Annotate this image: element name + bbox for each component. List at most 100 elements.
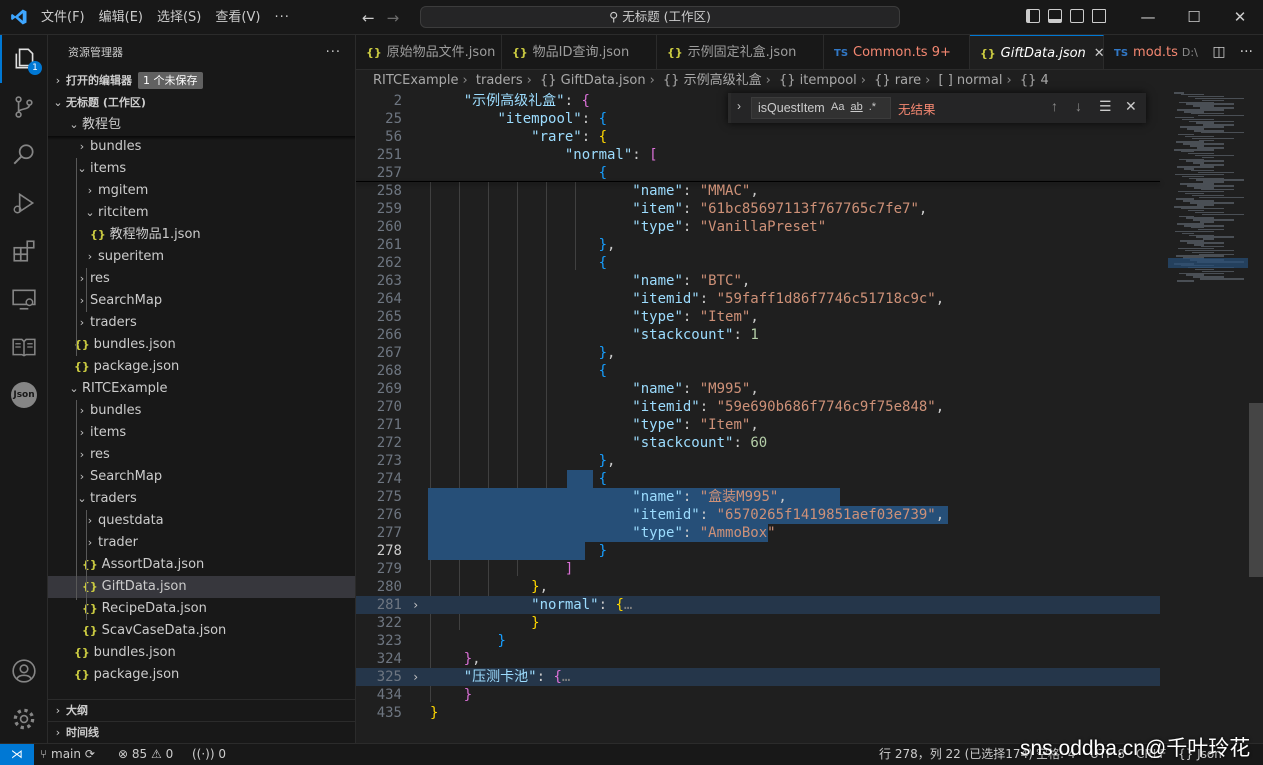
- tree-folder-item[interactable]: › traders: [48, 312, 355, 334]
- breadcrumb-item[interactable]: traders: [476, 73, 523, 88]
- find-in-selection-icon[interactable]: ☰: [1099, 98, 1112, 115]
- tree-folder-item[interactable]: ⌄ ritcitem: [48, 202, 355, 224]
- split-editor-icon[interactable]: ◫: [1212, 35, 1225, 69]
- cursor-position[interactable]: 行 278，列 22 (已选择174): [879, 744, 1033, 765]
- tree-file-item[interactable]: {} ScavCaseData.json: [48, 620, 355, 642]
- breadcrumb-item[interactable]: {} itempool: [779, 73, 857, 88]
- account-icon[interactable]: [0, 647, 48, 695]
- source-control-icon[interactable]: [0, 83, 48, 131]
- match-whole-word-icon[interactable]: ab: [850, 97, 862, 117]
- code-line: 259 "item": "61bc85697113f767765c7fe7",: [376, 201, 928, 217]
- tab-fixed-giftbox[interactable]: {} 示例固定礼盒.json: [657, 35, 824, 69]
- menu-edit[interactable]: 编辑(E): [92, 0, 150, 35]
- json-file-icon: {}: [82, 624, 98, 637]
- back-arrow-icon[interactable]: ←: [362, 9, 375, 27]
- json-file-icon: {}: [512, 46, 528, 59]
- ports-status[interactable]: ((·)) 0: [192, 744, 226, 765]
- scrollbar-slider[interactable]: [1249, 403, 1263, 577]
- tree-folder-item[interactable]: › questdata: [48, 510, 355, 532]
- tree-file-item[interactable]: {} RecipeData.json: [48, 598, 355, 620]
- forward-arrow-icon[interactable]: →: [387, 9, 400, 27]
- tab-original-items[interactable]: {} 原始物品文件.json: [356, 35, 502, 69]
- branch-status[interactable]: ⑂ main ⟳: [40, 744, 95, 765]
- tab-item-id-lookup[interactable]: {} 物品ID查询.json: [502, 35, 657, 69]
- breadcrumb-item[interactable]: {} rare: [874, 73, 921, 88]
- tree-folder-item[interactable]: › superitem: [48, 246, 355, 268]
- minimize-icon[interactable]: —: [1125, 0, 1171, 35]
- more-actions-icon[interactable]: ···: [1240, 35, 1253, 69]
- tree-file-item[interactable]: {} bundles.json: [48, 334, 355, 356]
- next-match-icon[interactable]: ↓: [1075, 98, 1082, 114]
- open-editors-section[interactable]: › 打开的编辑器 1 个未保存: [48, 70, 355, 92]
- workspace-section[interactable]: ⌄ 无标题 (工作区): [48, 92, 355, 114]
- tree-folder-item[interactable]: › SearchMap: [48, 466, 355, 488]
- tree-file-item[interactable]: {} package.json: [48, 664, 355, 686]
- tree-folder-item[interactable]: › trader: [48, 532, 355, 554]
- code-editor[interactable]: 2 "示例高级礼盒": { 25 "itempool": { 56 "rare"…: [356, 92, 1263, 743]
- tree-folder-item[interactable]: ⌄ 教程包: [48, 114, 355, 136]
- maximize-icon[interactable]: ☐: [1171, 0, 1217, 35]
- close-window-icon[interactable]: ✕: [1217, 0, 1263, 35]
- regex-icon[interactable]: .*: [869, 97, 876, 117]
- warning-count: 0: [165, 747, 174, 761]
- match-case-icon[interactable]: Aa: [831, 97, 844, 117]
- tree-folder-item[interactable]: › res: [48, 268, 355, 290]
- tree-file-item[interactable]: {} bundles.json: [48, 642, 355, 664]
- tree-folder-item[interactable]: › items: [48, 422, 355, 444]
- tree-folder-item[interactable]: › bundles: [48, 400, 355, 422]
- outline-section[interactable]: › 大纲: [48, 699, 355, 722]
- breadcrumb-item[interactable]: RITCExample: [373, 73, 459, 88]
- fold-chevron-icon[interactable]: ›: [412, 668, 419, 686]
- tree-folder-item[interactable]: ⌄ traders: [48, 488, 355, 510]
- close-tab-icon[interactable]: ✕: [1094, 46, 1103, 61]
- menu-view[interactable]: 查看(V): [208, 0, 267, 35]
- fold-chevron-icon[interactable]: ›: [412, 596, 419, 614]
- search-icon[interactable]: [0, 131, 48, 179]
- tree-file-item[interactable]: {} GiftData.json: [48, 576, 355, 598]
- toggle-primary-sidebar-icon[interactable]: [1026, 9, 1040, 23]
- previous-match-icon[interactable]: ↑: [1051, 98, 1058, 114]
- minimap-line: [1174, 149, 1214, 151]
- tree-folder-item[interactable]: ⌄ items: [48, 158, 355, 180]
- extensions-icon[interactable]: [0, 227, 48, 275]
- run-debug-icon[interactable]: [0, 179, 48, 227]
- close-find-icon[interactable]: ✕: [1125, 98, 1137, 115]
- book-icon[interactable]: [0, 323, 48, 371]
- tab-giftdata-json[interactable]: {} GiftData.json ✕: [970, 35, 1104, 69]
- tree-file-item[interactable]: {} 教程物品1.json: [48, 224, 355, 246]
- explorer-icon[interactable]: 1: [0, 35, 48, 83]
- settings-gear-icon[interactable]: [0, 695, 48, 743]
- breadcrumb-item[interactable]: {} 示例高级礼盒: [663, 73, 762, 88]
- window-controls: — ☐ ✕: [1125, 0, 1263, 35]
- customize-layout-icon[interactable]: [1092, 9, 1106, 23]
- remote-indicator-icon[interactable]: ⋊: [0, 744, 34, 765]
- json-extension-icon[interactable]: Json: [0, 371, 48, 419]
- more-actions-icon[interactable]: ···: [326, 35, 341, 70]
- problems-status[interactable]: ⊗ 85 ⚠ 0: [118, 744, 173, 765]
- toggle-panel-icon[interactable]: [1048, 9, 1062, 23]
- find-widget: › isQuestItem Aa ab .* 无结果 ↑ ↓ ☰ ✕: [728, 93, 1146, 123]
- tree-file-item[interactable]: {} package.json: [48, 356, 355, 378]
- tab-mod-ts[interactable]: TS mod.ts D:\: [1104, 35, 1214, 69]
- tab-common-ts[interactable]: TS Common.ts 9+: [824, 35, 970, 69]
- tree-folder-item[interactable]: › res: [48, 444, 355, 466]
- tree-folder-item[interactable]: › mgitem: [48, 180, 355, 202]
- toggle-replace-icon[interactable]: ›: [737, 99, 741, 113]
- command-center-search[interactable]: ⚲ 无标题 (工作区): [420, 6, 900, 28]
- tree-file-item[interactable]: {} AssortData.json: [48, 554, 355, 576]
- breadcrumb-item[interactable]: {} GiftData.json: [540, 73, 646, 88]
- menu-more[interactable]: ···: [267, 0, 296, 35]
- tree-item-label: questdata: [98, 513, 164, 528]
- breadcrumb-item[interactable]: [ ] normal: [939, 73, 1003, 88]
- chevron-down-icon: ⌄: [69, 382, 79, 395]
- toggle-secondary-sidebar-icon[interactable]: [1070, 9, 1084, 23]
- timeline-section[interactable]: › 时间线: [48, 721, 355, 743]
- tree-folder-item[interactable]: › SearchMap: [48, 290, 355, 312]
- minimap[interactable]: [1168, 92, 1248, 292]
- menu-selection[interactable]: 选择(S): [150, 0, 208, 35]
- minimap-line: [1177, 280, 1194, 282]
- breadcrumb-item[interactable]: {} 4: [1020, 73, 1049, 88]
- remote-explorer-icon[interactable]: [0, 275, 48, 323]
- tree-folder-item[interactable]: ⌄ RITCExample: [48, 378, 355, 400]
- menu-file[interactable]: 文件(F): [34, 0, 92, 35]
